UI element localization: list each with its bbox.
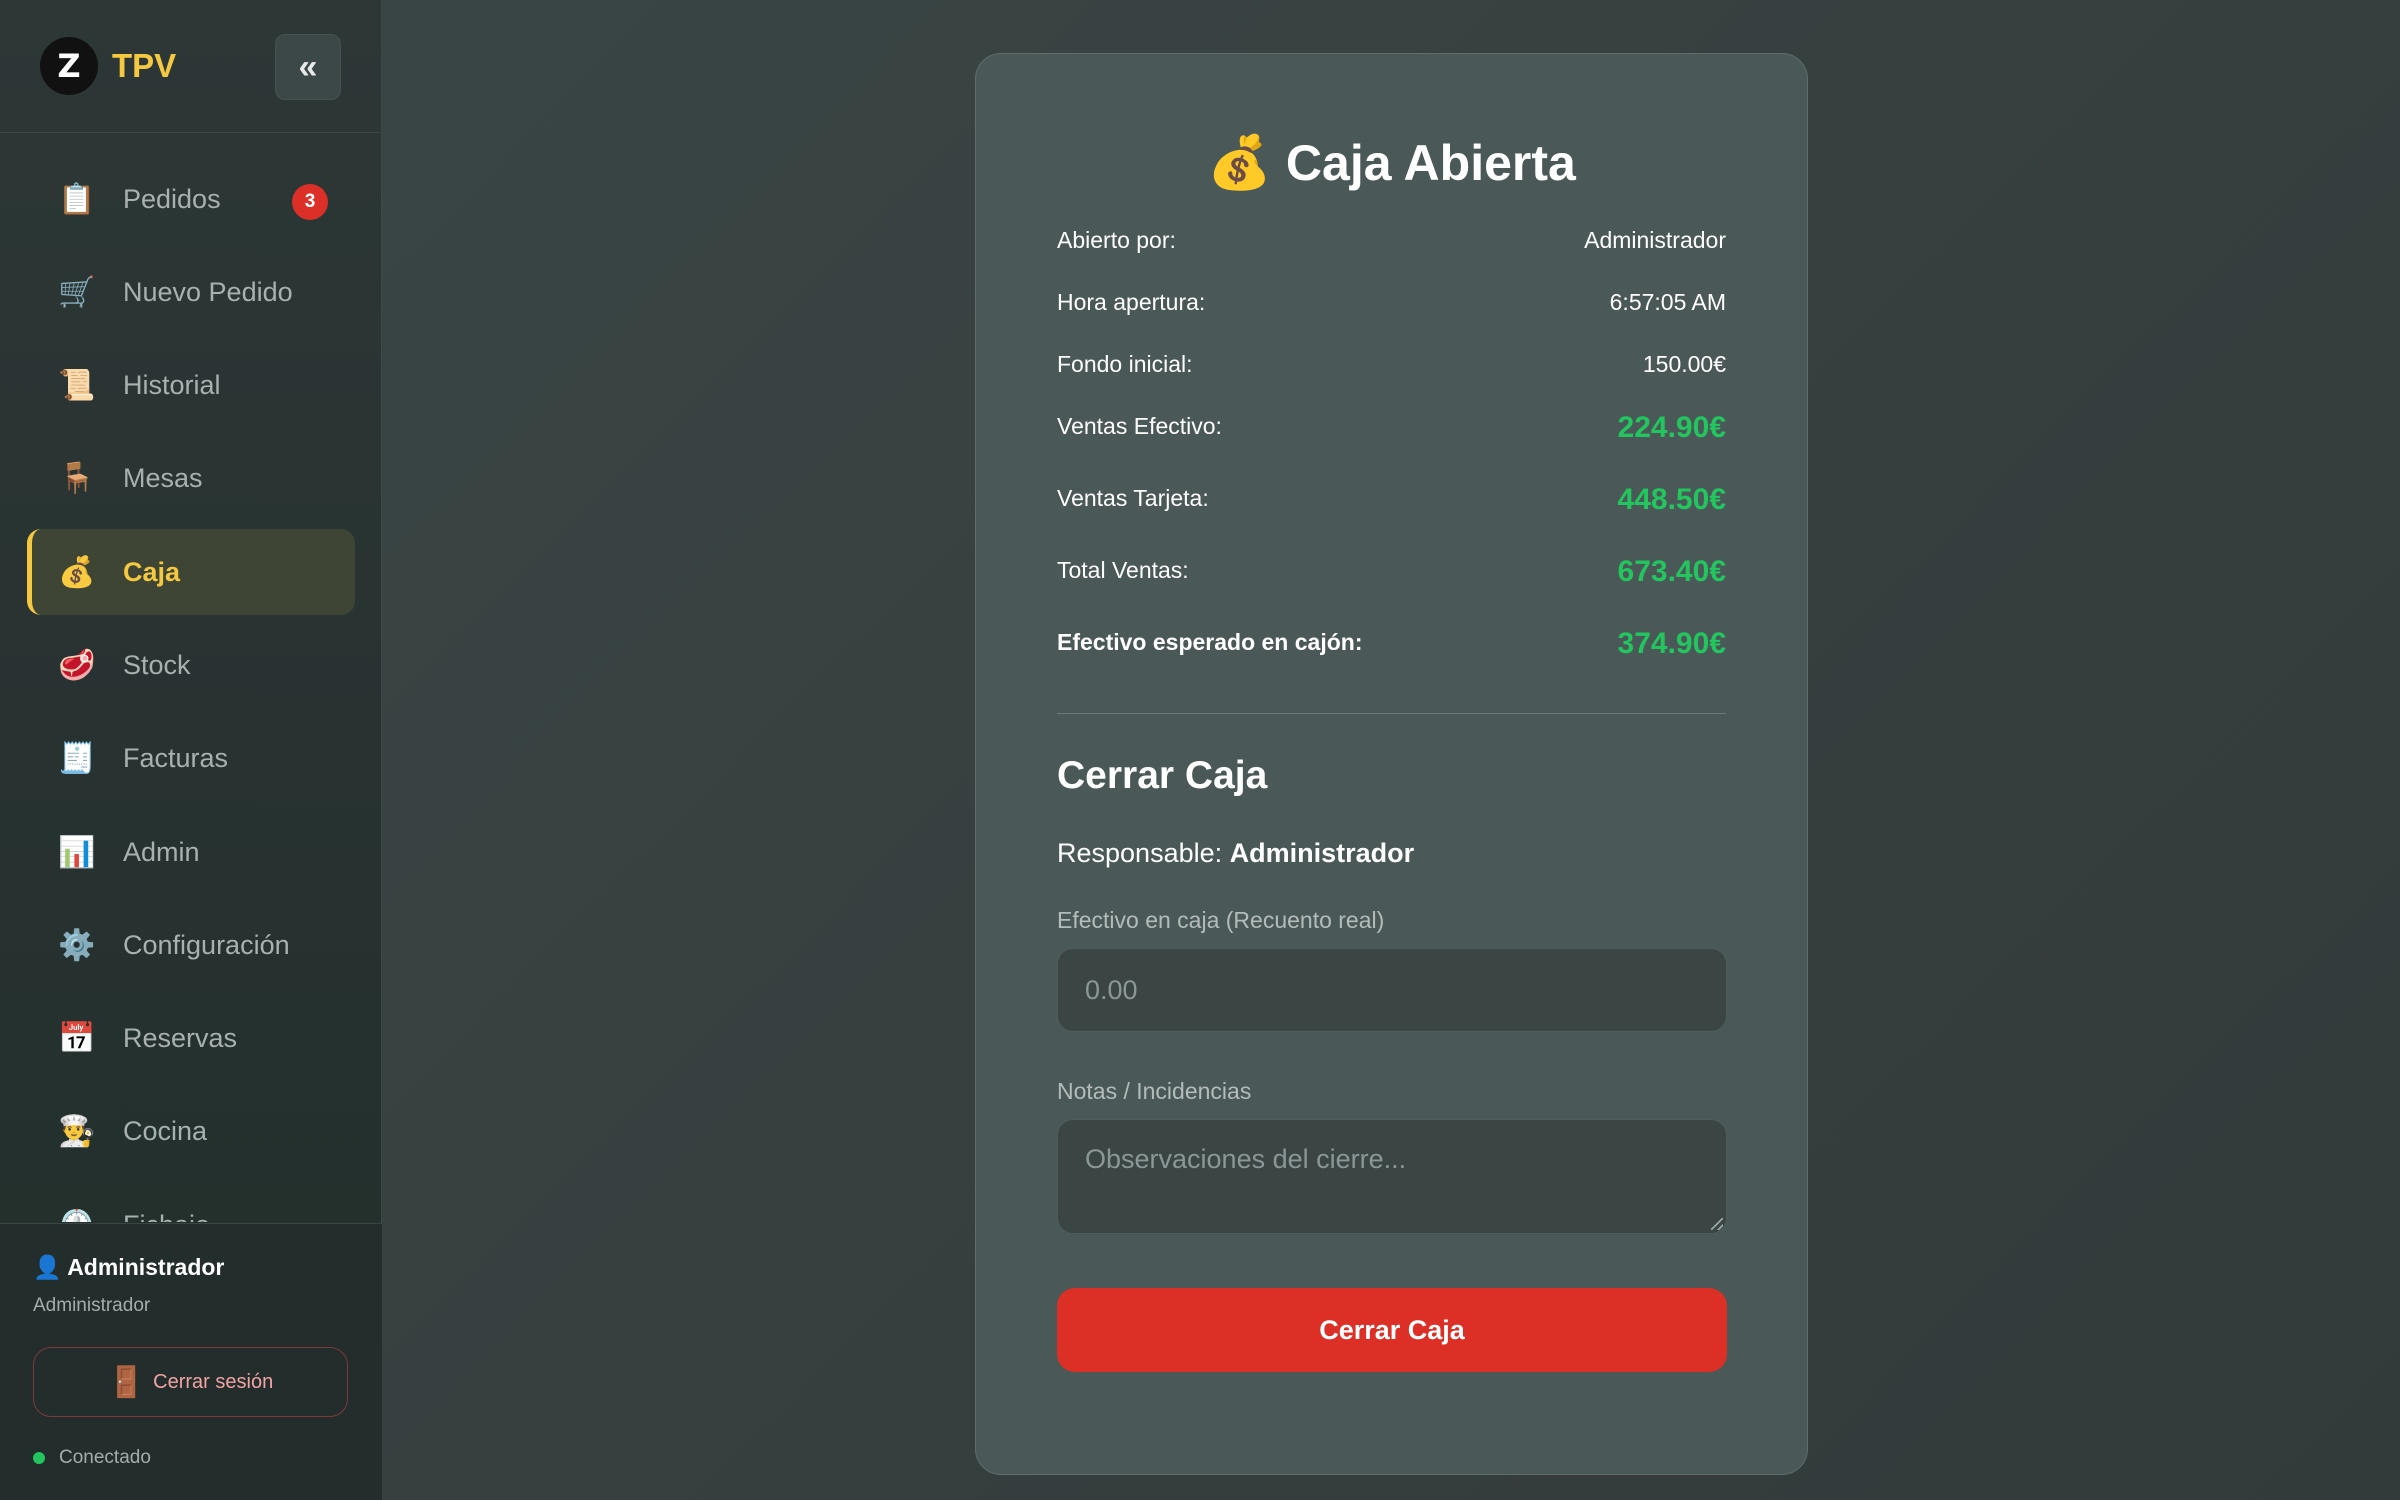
sidebar-item-nuevo-pedido[interactable]: 🛒 Nuevo Pedido (27, 249, 355, 335)
money-bag-icon: 💰 (1207, 134, 1272, 192)
close-section-title: Cerrar Caja (1057, 754, 1268, 797)
receipt-icon: 🧾 (58, 742, 96, 776)
cerrar-caja-button[interactable]: Cerrar Caja (1057, 1288, 1727, 1372)
sidebar-item-label: Historial (123, 370, 221, 401)
sidebar-item-configuracion[interactable]: ⚙️ Configuración (27, 902, 355, 988)
user-role: Administrador (33, 1295, 151, 1316)
summary-row-ventas-efectivo: Ventas Efectivo: 224.90€ (1057, 411, 1726, 485)
sidebar-item-label: Caja (123, 556, 181, 587)
user-name-text: Administrador (67, 1254, 225, 1280)
section-divider (1057, 713, 1726, 714)
page-title-text: Caja Abierta (1285, 134, 1576, 191)
responsable-line: Responsable: Administrador (1057, 838, 1726, 869)
resize-handle-icon[interactable] (1711, 1218, 1723, 1230)
app-logo: Z (40, 37, 98, 95)
responsable-name: Administrador (1229, 838, 1415, 868)
sidebar-item-cocina[interactable]: 👨‍🍳 Cocina (27, 1089, 355, 1175)
summary-value: 448.50€ (1617, 483, 1726, 516)
timer-icon: ⏲️ (57, 1208, 97, 1222)
caja-summary: Abierto por: Administrador Hora apertura… (1057, 227, 1726, 701)
cash-count-label: Efectivo en caja (Recuento real) (1057, 907, 1385, 933)
sidebar-item-fichaje[interactable]: ⏲️ Fichaje (27, 1182, 355, 1222)
sidebar-item-pedidos[interactable]: 📋 Pedidos 3 (27, 156, 355, 242)
summary-value: 224.90€ (1617, 411, 1726, 444)
sidebar-item-stock[interactable]: 🥩 Stock (27, 622, 355, 708)
sidebar-item-label: Facturas (123, 743, 229, 774)
summary-label: Hora apertura: (1057, 289, 1206, 315)
chair-icon: 🪑 (58, 462, 96, 496)
pedidos-count-badge: 3 (292, 184, 328, 220)
sidebar-item-label: Fichaje (123, 1210, 210, 1222)
sidebar-item-facturas[interactable]: 🧾 Facturas (27, 716, 355, 802)
summary-row-hora-apertura: Hora apertura: 6:57:05 AM (1057, 289, 1726, 351)
summary-row-total-ventas: Total Ventas: 673.40€ (1057, 555, 1726, 629)
bar-chart-icon: 📊 (58, 835, 96, 869)
sidebar-item-historial[interactable]: 📜 Historial (27, 343, 355, 429)
door-icon: 🚪 (107, 1365, 146, 1399)
sidebar-item-label: Nuevo Pedido (123, 276, 293, 307)
sidebar-item-label: Configuración (123, 929, 290, 960)
sidebar-header: Z TPV « (0, 0, 381, 133)
sidebar-item-mesas[interactable]: 🪑 Mesas (27, 436, 355, 522)
summary-row-abierto-por: Abierto por: Administrador (1057, 227, 1726, 289)
sidebar-item-label: Cocina (123, 1116, 208, 1147)
collapse-sidebar-button[interactable]: « (275, 34, 341, 100)
summary-value: 150.00€ (1642, 351, 1726, 377)
summary-value: 374.90€ (1617, 627, 1726, 660)
status-text: Conectado (59, 1447, 151, 1468)
summary-label: Efectivo esperado en cajón: (1057, 629, 1363, 655)
notes-placeholder: Observaciones del cierre... (1085, 1144, 1407, 1174)
cash-count-input[interactable]: 0.00 (1057, 948, 1727, 1032)
meat-icon: 🥩 (58, 648, 96, 682)
double-chevron-left-icon: « (298, 47, 318, 86)
money-bag-icon: 💰 (58, 555, 96, 589)
summary-label: Abierto por: (1057, 227, 1176, 253)
gear-icon: ⚙️ (58, 928, 96, 962)
logout-button[interactable]: 🚪 Cerrar sesión (33, 1347, 348, 1417)
summary-label: Fondo inicial: (1057, 351, 1193, 377)
sidebar-item-admin[interactable]: 📊 Admin (27, 809, 355, 895)
summary-label: Total Ventas: (1057, 557, 1189, 583)
summary-row-fondo-inicial: Fondo inicial: 150.00€ (1057, 351, 1726, 413)
calendar-icon: 📅 (58, 1022, 96, 1056)
responsable-label: Responsable: (1057, 838, 1223, 868)
logo-letter: Z (57, 47, 81, 85)
chef-icon: 👨‍🍳 (58, 1115, 96, 1149)
status-dot-icon (33, 1452, 45, 1464)
cart-icon: 🛒 (58, 275, 96, 309)
sidebar-item-label: Pedidos (123, 183, 221, 214)
summary-label: Ventas Efectivo: (1057, 413, 1222, 439)
sidebar-nav: 📋 Pedidos 3 🛒 Nuevo Pedido 📜 Historial 🪑… (27, 156, 355, 1222)
notes-label: Notas / Incidencias (1057, 1078, 1252, 1104)
sidebar-item-label: Admin (123, 836, 200, 867)
sidebar-item-label: Mesas (123, 463, 203, 494)
sidebar-item-reservas[interactable]: 📅 Reservas (27, 996, 355, 1082)
summary-row-ventas-tarjeta: Ventas Tarjeta: 448.50€ (1057, 483, 1726, 557)
clipboard-icon: 📋 (58, 182, 96, 216)
scroll-icon: 📜 (58, 369, 96, 403)
connection-status: Conectado (33, 1447, 349, 1469)
notes-textarea[interactable]: Observaciones del cierre... (1057, 1119, 1727, 1234)
sidebar-item-caja[interactable]: 💰 Caja (27, 529, 355, 616)
user-name: 👤 Administrador (33, 1254, 349, 1281)
sidebar-item-label: Stock (123, 649, 191, 680)
summary-label: Ventas Tarjeta: (1057, 485, 1209, 511)
sidebar-item-label: Reservas (123, 1023, 238, 1054)
cash-count-placeholder: 0.00 (1085, 974, 1138, 1005)
logout-label: Cerrar sesión (153, 1370, 274, 1393)
sidebar: Z TPV « 📋 Pedidos 3 🛒 Nuevo Pedido 📜 His… (0, 0, 382, 1500)
caja-card: 💰 Caja Abierta Abierto por: Administrado… (975, 53, 1808, 1475)
summary-row-efectivo-esperado: Efectivo esperado en cajón: 374.90€ (1057, 627, 1726, 701)
user-icon: 👤 (33, 1254, 62, 1280)
summary-value: Administrador (1584, 227, 1726, 253)
page-title: 💰 Caja Abierta (1057, 132, 1726, 193)
summary-value: 673.40€ (1617, 555, 1726, 588)
sidebar-footer: 👤 Administrador Administrador 🚪 Cerrar s… (0, 1223, 382, 1500)
summary-value: 6:57:05 AM (1609, 289, 1726, 315)
app-title: TPV (112, 47, 177, 84)
